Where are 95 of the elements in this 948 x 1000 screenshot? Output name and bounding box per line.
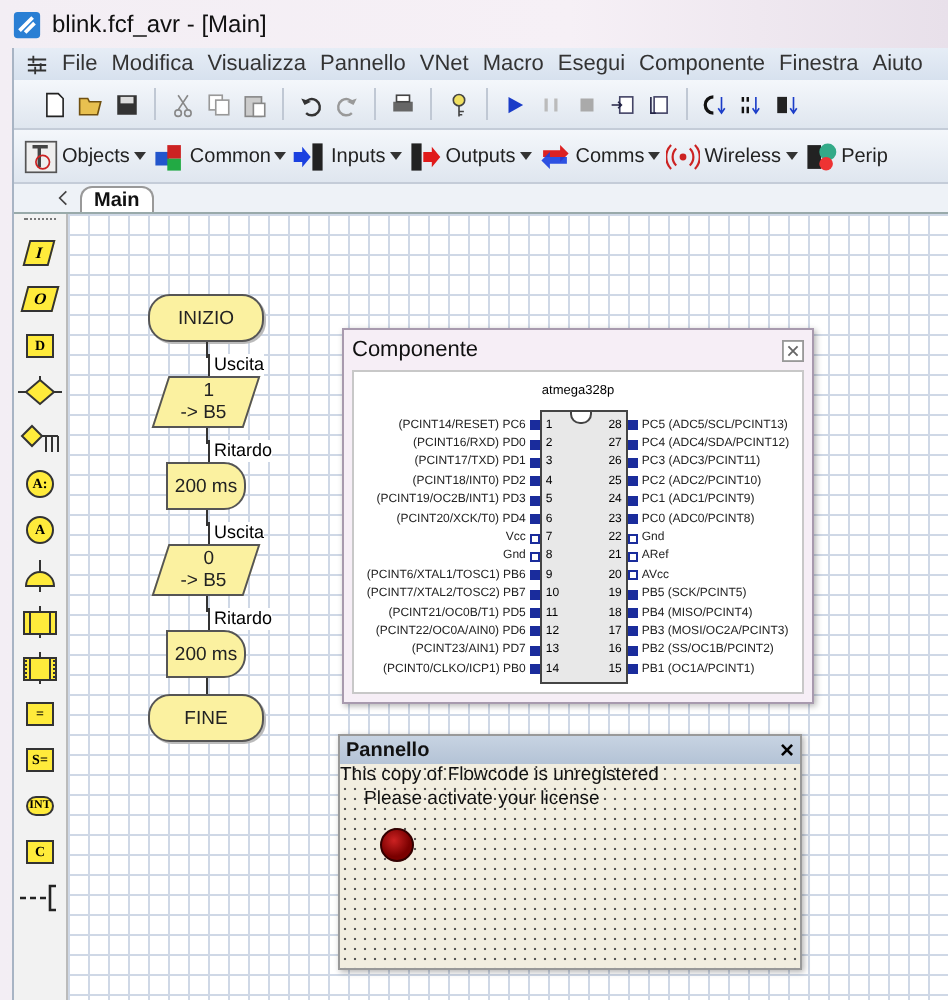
pin-square[interactable] bbox=[627, 457, 638, 468]
menu-item[interactable]: VNet bbox=[419, 52, 469, 76]
caret-icon bbox=[785, 152, 798, 160]
window-title: Pannello bbox=[346, 739, 430, 761]
pin-square[interactable] bbox=[529, 420, 540, 431]
block-caption: Ritardo bbox=[208, 440, 273, 462]
window-title: Componente bbox=[352, 338, 478, 362]
sort-icon[interactable] bbox=[738, 91, 764, 117]
copy-icon[interactable] bbox=[206, 91, 232, 117]
component-menu-button[interactable]: Inputs bbox=[290, 139, 404, 173]
scroll-left-icon[interactable] bbox=[58, 190, 68, 206]
pin-square[interactable] bbox=[627, 645, 638, 656]
menu-item[interactable]: Aiuto bbox=[872, 52, 923, 76]
switch-icon[interactable] bbox=[18, 420, 62, 454]
led[interactable] bbox=[380, 828, 414, 862]
pin-square[interactable] bbox=[627, 495, 638, 506]
pin-square[interactable] bbox=[529, 457, 540, 468]
output-icon[interactable]: O bbox=[18, 282, 62, 316]
chip-arrow-icon bbox=[407, 139, 442, 173]
caret-icon bbox=[133, 152, 146, 160]
pin-square[interactable] bbox=[627, 439, 638, 450]
block-caption: Uscita bbox=[208, 354, 265, 376]
menu-item[interactable]: Finestra bbox=[779, 52, 859, 76]
component-menu-button[interactable]: Outputs bbox=[405, 139, 534, 173]
caret-icon bbox=[274, 152, 287, 160]
block-caption: Ritardo bbox=[208, 608, 273, 630]
tab[interactable]: Main bbox=[80, 186, 154, 212]
arrows-icon bbox=[537, 139, 572, 173]
pin-square[interactable] bbox=[529, 551, 540, 562]
chip-icon[interactable] bbox=[774, 91, 800, 117]
decision-icon[interactable] bbox=[18, 374, 62, 408]
pin-square[interactable] bbox=[529, 664, 540, 675]
pin-square[interactable] bbox=[529, 626, 540, 637]
component-menu-button[interactable]: Wireless bbox=[664, 139, 800, 173]
paste-icon[interactable] bbox=[242, 91, 268, 117]
pin-square[interactable] bbox=[529, 476, 540, 487]
pin-square[interactable] bbox=[529, 608, 540, 619]
menu-item[interactable]: File bbox=[62, 52, 98, 76]
menu-item[interactable]: Componente bbox=[639, 52, 766, 76]
pin-square[interactable] bbox=[627, 551, 638, 562]
component-menu-button[interactable]: Common bbox=[149, 139, 289, 173]
print-icon[interactable] bbox=[390, 91, 416, 117]
chip-arrow-icon bbox=[292, 139, 327, 173]
save-icon[interactable] bbox=[114, 91, 140, 117]
cut-icon[interactable] bbox=[170, 91, 196, 117]
close-button[interactable]: × bbox=[779, 738, 794, 762]
component-menu-button[interactable]: Perip bbox=[801, 139, 890, 173]
pin-square[interactable] bbox=[529, 570, 540, 581]
block-caption: Uscita bbox=[208, 522, 265, 544]
pin-square[interactable] bbox=[529, 533, 540, 544]
pin-square[interactable] bbox=[529, 645, 540, 656]
menu-grip-icon[interactable] bbox=[26, 53, 48, 75]
comment-icon[interactable] bbox=[18, 880, 62, 914]
caret-icon bbox=[519, 152, 532, 160]
macro-icon[interactable] bbox=[18, 604, 62, 638]
notice-text: This copy of Flowcode is unregistered bbox=[340, 764, 659, 788]
component-menu-button[interactable]: Comms bbox=[535, 139, 663, 173]
notice-text: Please activate your license bbox=[364, 788, 600, 812]
output-block[interactable]: 0 -> B5 bbox=[151, 544, 261, 596]
output-block[interactable]: 1 -> B5 bbox=[151, 376, 261, 428]
compile-icon[interactable] bbox=[702, 91, 728, 117]
menu-item[interactable]: Modifica bbox=[111, 52, 194, 76]
menu-item[interactable]: Esegui bbox=[557, 52, 626, 76]
step-in-icon[interactable] bbox=[610, 91, 636, 117]
pin-square[interactable] bbox=[627, 664, 638, 675]
pin-square[interactable] bbox=[529, 495, 540, 506]
new-icon[interactable] bbox=[42, 91, 68, 117]
step-over-icon[interactable] bbox=[646, 91, 672, 117]
menu-item[interactable]: Pannello bbox=[320, 52, 406, 76]
menu-item[interactable]: Macro bbox=[482, 52, 544, 76]
terminator-block[interactable]: FINE bbox=[148, 694, 264, 742]
pin-square[interactable] bbox=[627, 608, 638, 619]
pin-square[interactable] bbox=[627, 570, 638, 581]
pin-square[interactable] bbox=[627, 514, 638, 525]
pin-square[interactable] bbox=[627, 533, 638, 544]
caret-icon bbox=[648, 152, 661, 160]
antenna-icon bbox=[666, 139, 701, 173]
component-menu-button[interactable]: Objects bbox=[22, 139, 148, 173]
pin-square[interactable] bbox=[529, 514, 540, 525]
pin-square[interactable] bbox=[627, 626, 638, 637]
window-title: blink.fcf_avr - [Main] bbox=[52, 10, 267, 38]
app-icon bbox=[12, 9, 42, 39]
pin-square[interactable] bbox=[529, 439, 540, 450]
delay-block[interactable]: 200 ms bbox=[166, 462, 246, 510]
component-macro-icon[interactable] bbox=[18, 650, 62, 684]
caret-icon bbox=[389, 152, 402, 160]
close-icon[interactable] bbox=[782, 339, 804, 361]
menu-item[interactable]: Visualizza bbox=[207, 52, 307, 76]
cubes-icon bbox=[151, 139, 186, 173]
delay-block[interactable]: 200 ms bbox=[166, 630, 246, 678]
terminator-block[interactable]: INIZIO bbox=[148, 294, 264, 342]
pin-square[interactable] bbox=[627, 589, 638, 600]
pin-square[interactable] bbox=[529, 589, 540, 600]
pin-square[interactable] bbox=[627, 420, 638, 431]
pin-square[interactable] bbox=[627, 476, 638, 487]
